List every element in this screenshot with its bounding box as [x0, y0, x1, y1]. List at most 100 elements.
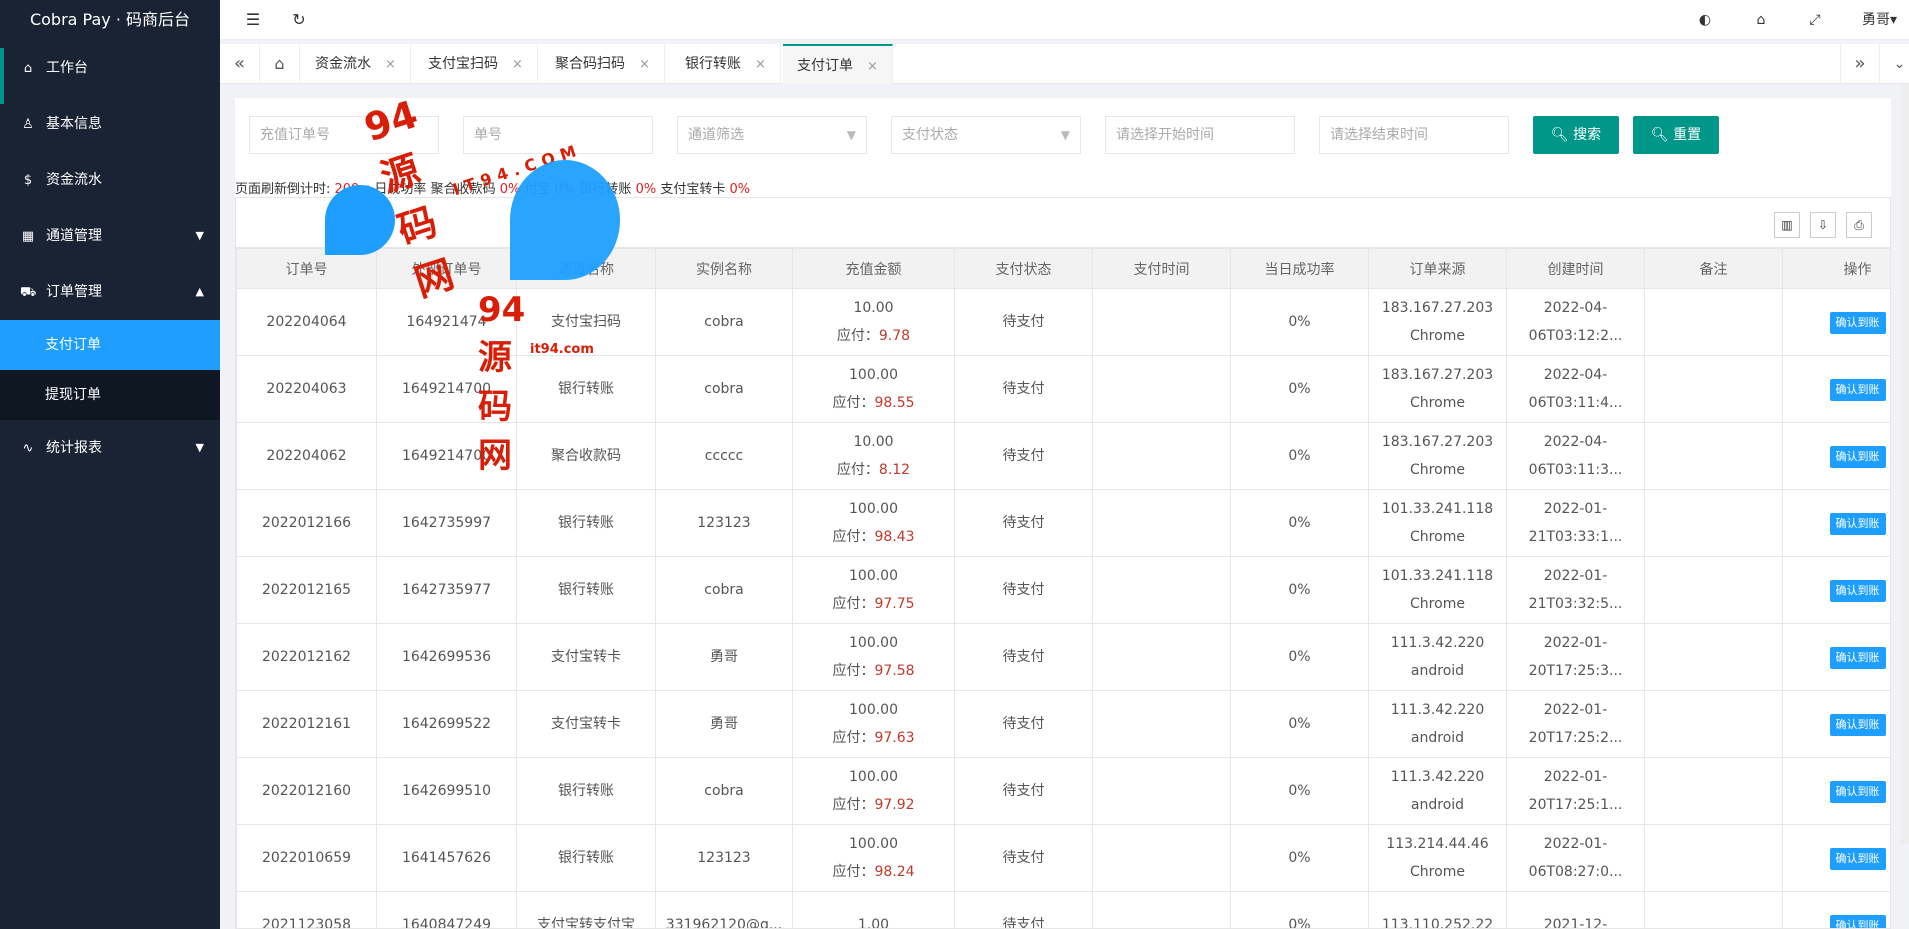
table-row: 2022012162 1642699536 支付宝转卡 勇哥 100.00 应付：97.5… [236, 623, 1890, 691]
action-cell: 确认到账 [1782, 757, 1890, 825]
rate-cell: 0% [1230, 824, 1369, 892]
confirm-received-button[interactable]: 确认到账 [1829, 647, 1886, 669]
source-ua: Chrome [1410, 596, 1465, 612]
close-icon[interactable]: × [867, 59, 878, 74]
tab-scroll-right-icon[interactable]: » [1840, 44, 1880, 84]
payable-label: 应付： [832, 596, 875, 612]
export-icon[interactable]: ⇩ [1810, 212, 1836, 238]
chevron-down-icon[interactable]: ⌄ [1880, 44, 1909, 84]
columns-icon[interactable]: ▥ [1774, 212, 1800, 238]
payable-label: 应付： [832, 730, 875, 746]
theme-icon[interactable]: ◐ [1690, 0, 1720, 40]
pay-time-cell [1092, 489, 1231, 557]
refresh-icon[interactable]: ↻ [284, 0, 314, 40]
instance-cell: 勇哥 [655, 690, 793, 758]
tab-scroll-left-icon[interactable]: « [220, 44, 260, 84]
sidebar-subitem-withdraw-orders[interactable]: 提现订单 [0, 370, 220, 420]
tab-alipay-scan[interactable]: 支付宝扫码 × [414, 44, 538, 84]
search-icon: 🔍︎ [1650, 127, 1669, 143]
end-time-input[interactable]: 请选择结束时间 [1319, 116, 1509, 154]
instance-cell: ccccc [655, 422, 793, 490]
sidebar-item-stat-report[interactable]: ∿ 统计报表 ▼ [0, 420, 220, 476]
created-time: 06T03:11:4... [1528, 395, 1623, 411]
rate-cell: 0% [1230, 757, 1369, 825]
status-cell: 待支付 [954, 489, 1093, 557]
order-no-cell: 202204063 [236, 355, 377, 423]
tab-bank-transfer[interactable]: 银行转账 × [671, 44, 781, 84]
bank-rate-value: 0% [635, 182, 657, 197]
sidebar-item-basic-info[interactable]: ♙ 基本信息 [0, 96, 220, 152]
instance-cell: cobra [655, 355, 793, 423]
sidebar-item-order-manage[interactable]: ⛟ 订单管理 ▲ [0, 264, 220, 320]
status-select[interactable]: 支付状态 ▼ [891, 116, 1081, 154]
tab-fund-flow[interactable]: 资金流水 × [301, 44, 411, 84]
fullscreen-icon[interactable]: ⤢ [1800, 0, 1830, 40]
amount-cell: 100.00 应付：97.58 [792, 623, 955, 691]
pay-time-cell [1092, 556, 1231, 624]
confirm-received-button[interactable]: 确认到账 [1829, 312, 1886, 334]
note-cell [1644, 355, 1783, 423]
tab-label: 资金流水 [315, 56, 371, 72]
confirm-received-button[interactable]: 确认到账 [1829, 915, 1886, 928]
source-ua: android [1410, 730, 1465, 746]
created-cell: 2022-04- 06T03:12:2... [1506, 288, 1645, 356]
tab-pay-orders[interactable]: 支付订单 × [783, 44, 893, 84]
sidebar-item-channel-manage[interactable]: ▦ 通道管理 ▼ [0, 208, 220, 264]
user-name: 勇哥 [1862, 12, 1890, 28]
home-icon: ⌂ [23, 61, 33, 76]
channel-cell: 银行转账 [516, 757, 656, 825]
print-icon[interactable]: ⎙ [1846, 212, 1872, 238]
sidebar-item-label: 订单管理 [46, 284, 102, 300]
payable-value: 9.78 [878, 328, 911, 344]
channel-select[interactable]: 通道筛选 ▼ [677, 116, 867, 154]
source-ip: 111.3.42.220 [1390, 635, 1485, 651]
channel-select-value: 通道筛选 [688, 127, 744, 143]
confirm-received-button[interactable]: 确认到账 [1829, 781, 1886, 803]
confirm-received-button[interactable]: 确认到账 [1829, 446, 1886, 468]
amount-cell: 100.00 应付：97.75 [792, 556, 955, 624]
caret-down-icon: ▼ [1060, 128, 1070, 142]
created-cell: 2022-01- 20T17:25:3... [1506, 623, 1645, 691]
payable-label: 应付： [832, 797, 875, 813]
order-no-cell: 202204062 [236, 422, 377, 490]
close-icon[interactable]: × [639, 57, 650, 72]
scrollbar[interactable] [1901, 84, 1909, 844]
tab-home-icon[interactable]: ⌂ [260, 44, 300, 84]
created-cell: 2021-12- [1506, 891, 1645, 928]
watermark-logo-left [325, 185, 395, 255]
status-cell: 待支付 [954, 690, 1093, 758]
confirm-received-button[interactable]: 确认到账 [1829, 848, 1886, 870]
note-cell [1644, 891, 1783, 928]
sidebar-subitem-pay-orders[interactable]: 支付订单 [0, 320, 220, 370]
source-cell: 183.167.27.203 Chrome [1368, 355, 1507, 423]
action-cell: 确认到账 [1782, 556, 1890, 624]
confirm-received-button[interactable]: 确认到账 [1829, 580, 1886, 602]
source-ua: Chrome [1410, 864, 1465, 880]
confirm-received-button[interactable]: 确认到账 [1829, 513, 1886, 535]
tag-icon[interactable]: ⌂ [1746, 0, 1776, 40]
confirm-received-button[interactable]: 确认到账 [1829, 379, 1886, 401]
app-title: Cobra Pay · 码商后台 [0, 0, 220, 40]
user-menu[interactable]: 勇哥▾ [1862, 0, 1897, 40]
menu-toggle-icon[interactable]: ☰ [238, 0, 268, 40]
reset-button[interactable]: 🔍︎ 重置 [1633, 116, 1719, 154]
order-no-cell: 2022010659 [236, 824, 377, 892]
source-ip: 101.33.241.118 [1381, 501, 1494, 517]
sidebar-item-fund-flow[interactable]: $ 资金流水 [0, 152, 220, 208]
search-button[interactable]: 🔍︎ 搜索 [1533, 116, 1619, 154]
tab-aggregate-scan[interactable]: 聚合码扫码 × [541, 44, 665, 84]
sidebar-item-label: 统计报表 [46, 440, 102, 456]
sidebar-item-workbench[interactable]: ⌂ 工作台 [0, 40, 220, 104]
start-time-input[interactable]: 请选择开始时间 [1105, 116, 1295, 154]
source-cell: 101.33.241.118 Chrome [1368, 489, 1507, 557]
payable-label: 应付： [832, 663, 875, 679]
table-row: 2022012161 1642699522 支付宝转卡 勇哥 100.00 应付：97.6… [236, 690, 1890, 758]
confirm-received-button[interactable]: 确认到账 [1829, 714, 1886, 736]
ext-order-cell: 1642699522 [376, 690, 517, 758]
close-icon[interactable]: × [512, 57, 523, 72]
payable-label: 应付： [836, 462, 879, 478]
close-icon[interactable]: × [385, 57, 396, 72]
chevron-down-icon: ▼ [195, 441, 204, 454]
search-button-label: 搜索 [1573, 127, 1602, 143]
close-icon[interactable]: × [755, 57, 766, 72]
